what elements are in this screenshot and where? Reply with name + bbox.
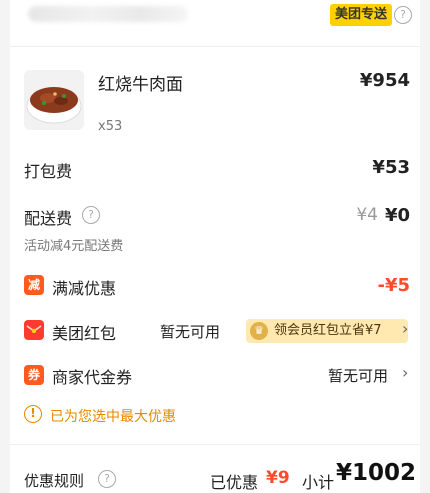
vip-offer-text: 领会员红包立省¥7 [274, 323, 382, 338]
subtotal-label: 小计 [302, 473, 335, 492]
delivery-fee-note: 活动减4元配送费 [24, 239, 124, 254]
discount-label: 满减优惠 [52, 279, 117, 298]
dish-price: ¥954 [359, 70, 410, 91]
vip-red-packet-offer[interactable]: ♛ 领会员红包立省¥7 [246, 319, 408, 343]
chevron-right-icon[interactable]: › [402, 363, 408, 382]
saved-value: ¥9 [266, 468, 290, 488]
beef-noodle-bowl-image [24, 70, 84, 130]
dish-name: 红烧牛肉面 [98, 75, 183, 95]
delivery-fee-value: ¥0 [384, 205, 410, 226]
packing-fee-value: ¥53 [372, 157, 410, 178]
red-envelope-icon [24, 320, 44, 340]
divider [10, 46, 420, 47]
delivery-fee-label: 配送费 [24, 209, 73, 228]
exclamation-circle-icon: ! [24, 405, 42, 423]
shop-name-blurred [28, 6, 188, 22]
voucher-status[interactable]: 暂无可用 [328, 365, 388, 386]
delivery-type-badge: 美团专送 [330, 4, 393, 26]
question-circle-icon[interactable]: ? [394, 6, 412, 24]
red-packet-status[interactable]: 暂无可用 [160, 321, 220, 342]
order-summary-card: 美团专送 ? 红烧牛肉面 x53 ¥954 打包费 ¥53 配送费 ? ¥4 ¥… [10, 0, 420, 493]
divider [10, 444, 420, 445]
subtotal-value: ¥1002 [336, 460, 417, 486]
red-packet-label: 美团红包 [52, 324, 117, 343]
chevron-right-icon[interactable]: › [402, 319, 408, 338]
voucher-icon: 券 [24, 365, 44, 385]
delivery-fee-original: ¥4 [356, 205, 378, 225]
crown-icon: ♛ [250, 322, 268, 340]
delivery-fee-help-icon[interactable]: ? [82, 206, 100, 224]
packing-fee-label: 打包费 [24, 162, 73, 181]
discount-rules-label[interactable]: 优惠规则 [24, 470, 84, 491]
discount-icon: 减 [24, 275, 44, 295]
discount-value: -¥5 [377, 275, 410, 296]
rules-help-icon[interactable]: ? [98, 470, 116, 488]
best-discount-notice: 已为您选中最大优惠 [50, 409, 176, 425]
dish-quantity: x53 [98, 119, 123, 134]
saved-label: 已优惠 [210, 473, 259, 492]
voucher-label: 商家代金券 [52, 368, 133, 387]
